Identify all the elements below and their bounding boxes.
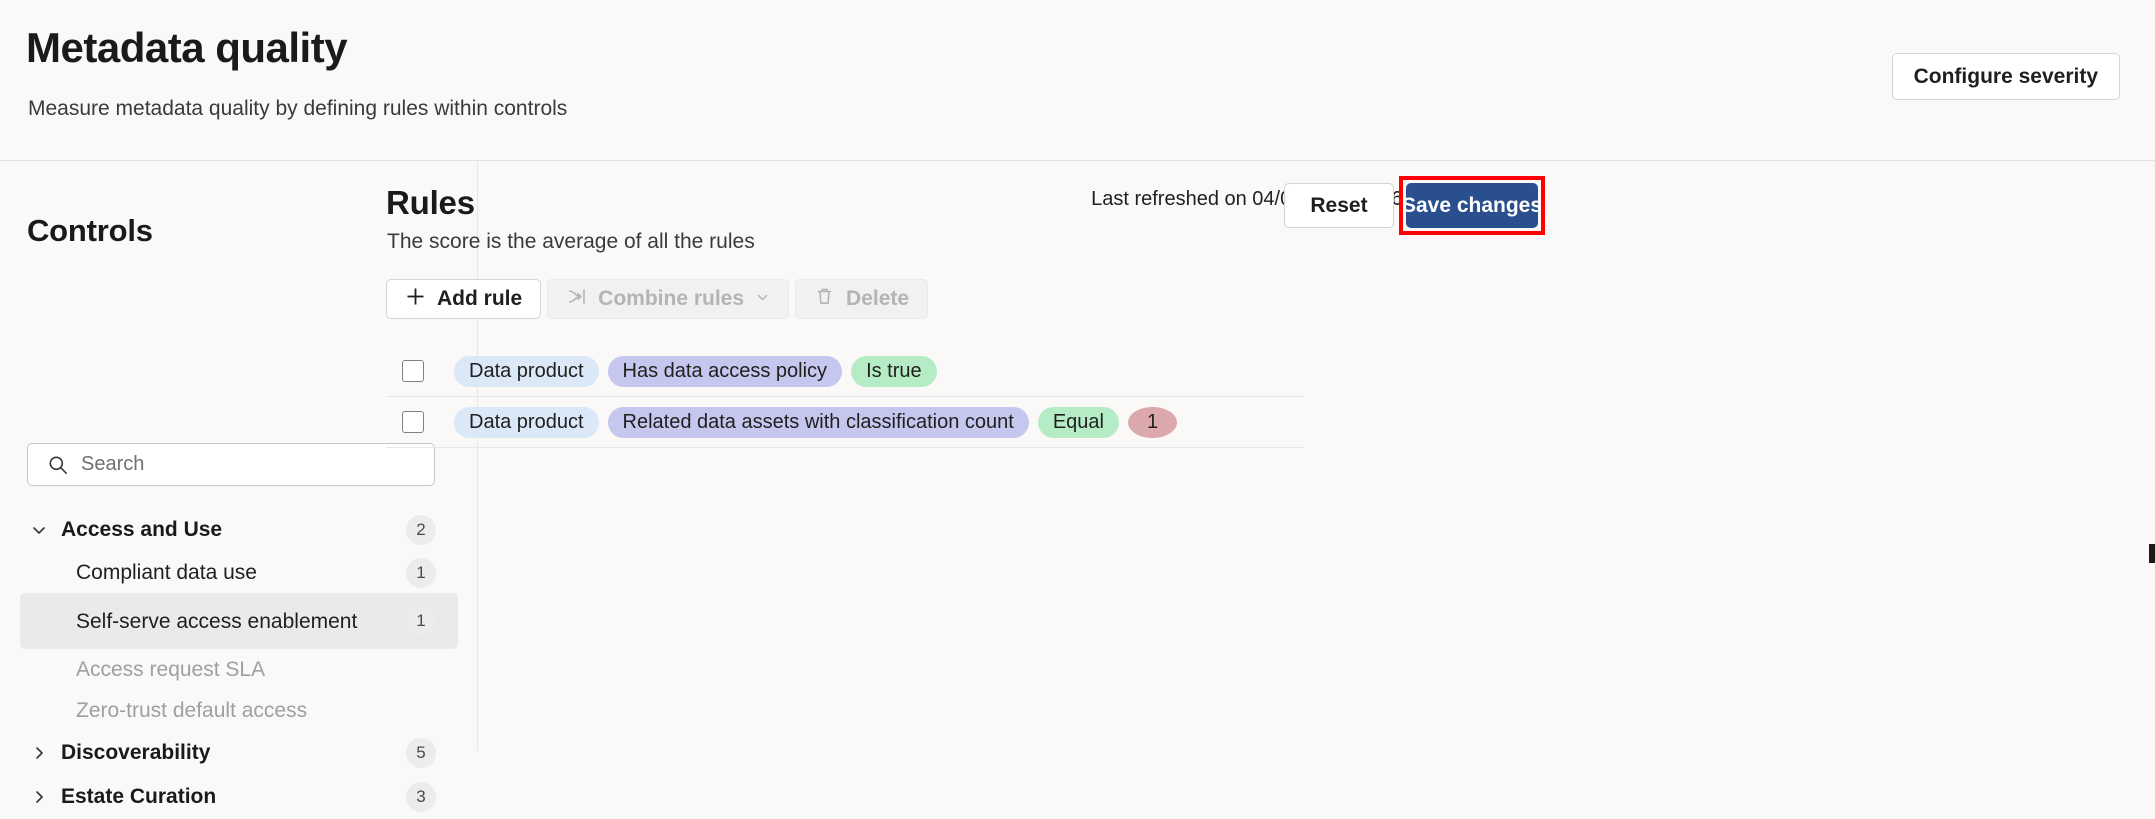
- offscreen-edge-artifact: [2149, 544, 2155, 563]
- combine-icon: [566, 286, 587, 313]
- sidebar-group-discoverability[interactable]: Discoverability 5: [20, 731, 458, 775]
- sidebar-item-compliant-data-use[interactable]: Compliant data use 1: [20, 552, 458, 593]
- sidebar-item-access-request-sla[interactable]: Access request SLA: [20, 649, 458, 690]
- plus-icon: [405, 286, 426, 313]
- rule-attribute-pill[interactable]: Has data access policy: [607, 355, 843, 387]
- rule-attribute-pill[interactable]: Related data assets with classification …: [607, 406, 1029, 438]
- rule-checkbox[interactable]: [402, 360, 424, 382]
- sidebar-group-label: Estate Curation: [61, 785, 217, 808]
- page-header: Metadata quality Measure metadata qualit…: [0, 0, 2155, 161]
- add-rule-label: Add rule: [437, 287, 523, 310]
- add-rule-button[interactable]: Add rule: [386, 279, 542, 319]
- count-badge: 1: [406, 606, 436, 636]
- rules-subtitle: The score is the average of all the rule…: [387, 230, 755, 253]
- search-box[interactable]: [27, 443, 435, 486]
- page-subtitle: Measure metadata quality by defining rul…: [28, 97, 568, 120]
- rules-toolbar: Add rule Combine rules Delete: [386, 279, 929, 319]
- rule-entity-pill[interactable]: Data product: [454, 406, 599, 438]
- combine-rules-button[interactable]: Combine rules: [547, 279, 790, 319]
- sidebar-heading: Controls: [27, 213, 153, 248]
- configure-severity-button[interactable]: Configure severity: [1891, 53, 2120, 100]
- sidebar-item-label: Zero-trust default access: [76, 699, 308, 722]
- chevron-down-icon: [30, 521, 48, 539]
- delete-label: Delete: [846, 287, 910, 310]
- rule-entity-pill[interactable]: Data product: [454, 355, 599, 387]
- search-input[interactable]: [81, 453, 411, 476]
- count-badge: 2: [406, 515, 436, 545]
- count-badge: 3: [406, 782, 436, 812]
- sidebar-group-label: Access and Use: [61, 518, 223, 541]
- rules-table: Data product Has data access policy Is tru…: [386, 346, 1304, 448]
- rule-row: Data product Related data assets with cla…: [386, 397, 1304, 448]
- sidebar-item-self-serve-access-enablement[interactable]: Self-serve access enablement 1: [20, 593, 458, 649]
- rule-operator-pill[interactable]: Is true: [851, 355, 937, 387]
- page-title: Metadata quality: [26, 24, 348, 71]
- reset-button[interactable]: Reset: [1284, 183, 1394, 228]
- sidebar-item-zero-trust-default-access[interactable]: Zero-trust default access: [20, 690, 458, 731]
- rule-value-pill[interactable]: 1: [1128, 406, 1177, 438]
- sidebar-group-access-and-use[interactable]: Access and Use 2: [20, 508, 458, 552]
- controls-tree: Access and Use 2 Compliant data use 1 Self-s…: [20, 508, 458, 819]
- count-badge: 1: [406, 557, 436, 588]
- sidebar-group-estate-curation[interactable]: Estate Curation 3: [20, 775, 458, 819]
- trash-icon: [814, 286, 835, 313]
- rule-row: Data product Has data access policy Is tru…: [386, 346, 1304, 397]
- rule-operator-pill[interactable]: Equal: [1037, 406, 1119, 438]
- chevron-right-icon: [30, 788, 48, 806]
- search-icon: [48, 455, 68, 475]
- save-changes-button[interactable]: Save changes: [1402, 183, 1542, 228]
- sidebar-group-label: Discoverability: [61, 741, 211, 764]
- delete-button[interactable]: Delete: [795, 279, 929, 319]
- rule-checkbox[interactable]: [402, 411, 424, 433]
- chevron-down-icon: [755, 287, 770, 311]
- chevron-right-icon: [30, 744, 48, 762]
- combine-rules-label: Combine rules: [598, 287, 745, 310]
- sidebar-item-label: Self-serve access enablement: [76, 609, 358, 633]
- count-badge: 5: [406, 738, 436, 768]
- sidebar-item-label: Compliant data use: [76, 561, 257, 584]
- rules-heading: Rules: [386, 184, 475, 221]
- sidebar-item-label: Access request SLA: [76, 658, 266, 681]
